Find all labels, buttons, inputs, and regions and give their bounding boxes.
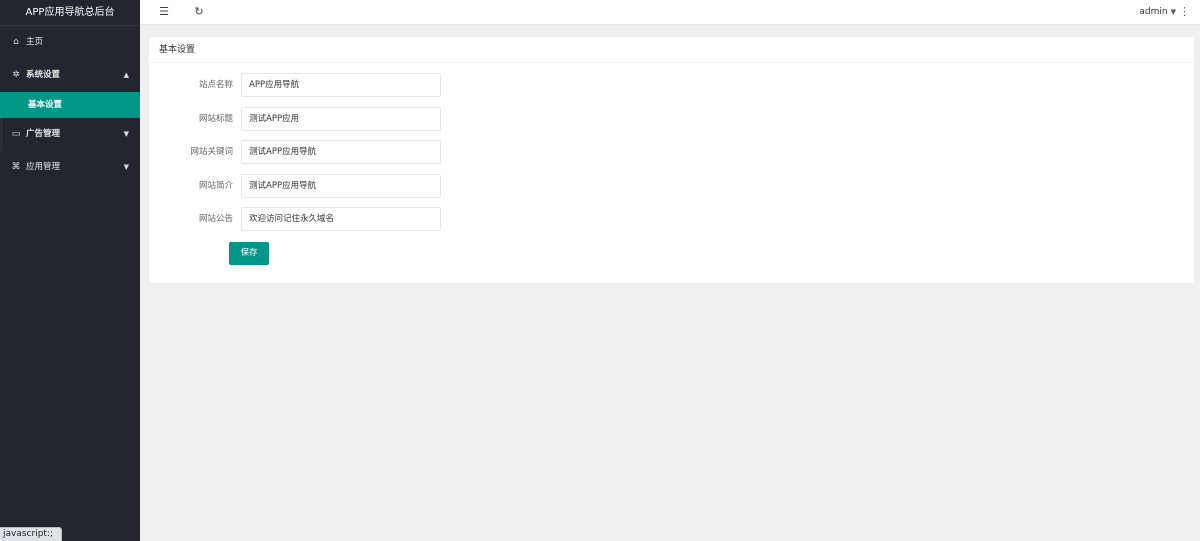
more-options-icon[interactable]: ⋮	[1179, 0, 1190, 25]
app-title[interactable]: APP应用导航总后台	[0, 0, 140, 26]
sidebar-subitem-basic-settings[interactable]: 基本设置	[0, 92, 140, 118]
refresh-icon[interactable]: ↻	[191, 0, 207, 25]
save-button[interactable]: 保存	[229, 242, 269, 265]
announcement-input[interactable]: 欢迎访问记住永久域名	[241, 207, 441, 231]
sidebar: APP应用导航总后台 ⌂ 主页 ✲ 系统设置 ▲ 基本设置 ▭ 广告管理 ▼ ⌘ 应用管…	[0, 0, 140, 541]
top-header: ☰ ↻ admin ▼ ⋮	[140, 0, 1200, 25]
field-label: 网站关键词	[190, 147, 233, 157]
form-row-announcement: 网站公告 欢迎访问记住永久域名	[149, 207, 449, 231]
ad-icon: ▭	[11, 129, 21, 139]
chevron-down-icon: ▼	[123, 163, 129, 171]
field-label: 网站标题	[198, 114, 233, 124]
sidebar-item-label: 应用管理	[26, 162, 61, 172]
site-title-input[interactable]: 测试APP应用	[241, 107, 441, 131]
sidebar-item-label: 广告管理	[26, 129, 61, 139]
gear-icon: ✲	[12, 70, 20, 80]
sidebar-item-label: 主页	[26, 37, 44, 47]
form-row-site-name: 站点名称 APP应用导航	[149, 73, 449, 97]
link-status-tooltip: javascript:;	[0, 527, 62, 541]
keywords-input[interactable]: 测试APP应用导航	[241, 140, 441, 164]
sidebar-item-system-settings[interactable]: ✲ 系统设置 ▲	[0, 59, 140, 92]
form-row-site-title: 网站标题 测试APP应用	[149, 107, 449, 131]
field-label: 站点名称	[198, 80, 233, 90]
menu-toggle-icon[interactable]: ☰	[156, 0, 172, 25]
field-label: 网站公告	[198, 214, 233, 224]
sidebar-item-ad-management[interactable]: ▭ 广告管理 ▼	[0, 118, 140, 151]
form-row-description: 网站简介 测试APP应用导航	[149, 174, 449, 198]
user-menu[interactable]: admin ▼	[1139, 0, 1176, 25]
caret-down-icon: ▼	[1170, 8, 1176, 16]
field-label: 网站简介	[198, 181, 233, 191]
sidebar-item-home[interactable]: ⌂ 主页	[0, 26, 140, 59]
apps-icon: ⌘	[11, 162, 21, 172]
sidebar-item-app-management[interactable]: ⌘ 应用管理 ▼	[0, 151, 140, 184]
settings-card: 基本设置 站点名称 APP应用导航 网站标题 测试APP应用 网站关键词 测试A…	[149, 37, 1194, 283]
chevron-up-icon: ▲	[123, 71, 129, 79]
chevron-down-icon: ▼	[123, 130, 129, 138]
username: admin	[1139, 7, 1168, 17]
description-input[interactable]: 测试APP应用导航	[241, 174, 441, 198]
site-name-input[interactable]: APP应用导航	[241, 73, 441, 97]
form-row-keywords: 网站关键词 测试APP应用导航	[149, 140, 449, 164]
sidebar-item-label: 系统设置	[26, 70, 61, 80]
home-icon: ⌂	[13, 37, 19, 47]
card-title: 基本设置	[149, 37, 1194, 63]
